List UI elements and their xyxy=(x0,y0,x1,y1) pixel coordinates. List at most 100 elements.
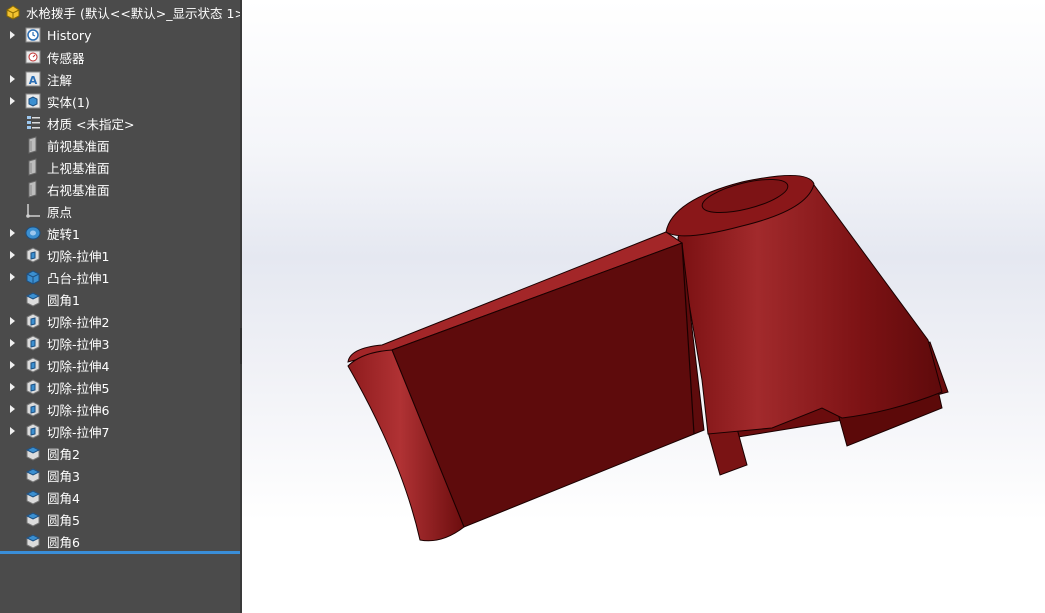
tree-item-label: 实体(1) xyxy=(47,94,90,110)
arrow-spacer xyxy=(0,178,24,200)
tree-item[interactable]: 切除-拉伸5 xyxy=(0,376,240,398)
expand-arrow-icon[interactable] xyxy=(0,222,24,244)
expand-arrow-icon[interactable] xyxy=(0,332,24,354)
tree-item-label: 圆角3 xyxy=(47,468,80,484)
cut-extrude-icon xyxy=(24,356,42,374)
expand-arrow-icon[interactable] xyxy=(0,398,24,420)
part-icon xyxy=(4,3,22,21)
sensor-icon xyxy=(24,48,42,66)
tree-root-part[interactable]: 水枪拨手 (默认<<默认>_显示状态 1>) xyxy=(0,0,240,24)
tree-item-label: 切除-拉伸3 xyxy=(47,336,110,352)
tree-item[interactable]: 实体(1) xyxy=(0,90,240,112)
expand-arrow-icon[interactable] xyxy=(0,244,24,266)
arrow-spacer xyxy=(0,486,24,508)
tree-item[interactable]: 原点 xyxy=(0,200,240,222)
tree-item[interactable]: 圆角3 xyxy=(0,464,240,486)
arrow-spacer xyxy=(0,530,24,552)
tree-item-label: 凸台-拉伸1 xyxy=(47,270,110,286)
fillet-icon xyxy=(24,290,42,308)
expand-arrow-icon[interactable] xyxy=(0,310,24,332)
tree-item-label: 切除-拉伸6 xyxy=(47,402,110,418)
tree-item[interactable]: 切除-拉伸1 xyxy=(0,244,240,266)
tree-item-label: 圆角2 xyxy=(47,446,80,462)
tree-root-label: 水枪拨手 (默认<<默认>_显示状态 1>) xyxy=(26,5,240,21)
origin-icon xyxy=(24,202,42,220)
tree-item[interactable]: 上视基准面 xyxy=(0,156,240,178)
tree-item[interactable]: 圆角4 xyxy=(0,486,240,508)
tree-item-label: 旋转1 xyxy=(47,226,80,242)
tree-item-label: 注解 xyxy=(47,72,73,88)
arrow-spacer xyxy=(0,46,24,68)
selection-bar xyxy=(0,551,240,554)
expand-arrow-icon[interactable] xyxy=(0,266,24,288)
tree-item[interactable]: 圆角2 xyxy=(0,442,240,464)
feature-manager-tree: 水枪拨手 (默认<<默认>_显示状态 1>) History 传感器 A 注解实体(1… xyxy=(0,0,240,613)
tree-item-label: 切除-拉伸2 xyxy=(47,314,110,330)
tree-item-label: 右视基准面 xyxy=(47,182,110,198)
tree-item[interactable]: 凸台-拉伸1 xyxy=(0,266,240,288)
tree-item-label: 切除-拉伸5 xyxy=(47,380,110,396)
expand-arrow-icon[interactable] xyxy=(0,420,24,442)
tree-item[interactable]: 切除-拉伸7 xyxy=(0,420,240,442)
boss-extrude-icon xyxy=(24,268,42,286)
plane-icon xyxy=(24,180,42,198)
graphics-viewport[interactable] xyxy=(242,0,1045,613)
expand-arrow-icon[interactable] xyxy=(0,354,24,376)
fillet-icon xyxy=(24,488,42,506)
fillet-icon xyxy=(24,510,42,528)
tree-item[interactable]: 圆角5 xyxy=(0,508,240,530)
tree-item-label: 圆角6 xyxy=(47,534,80,550)
arrow-spacer xyxy=(0,200,24,222)
fillet-icon xyxy=(24,532,42,550)
arrow-spacer xyxy=(0,288,24,310)
revolve-icon xyxy=(24,224,42,242)
plane-icon xyxy=(24,158,42,176)
cut-extrude-icon xyxy=(24,246,42,264)
arrow-spacer xyxy=(0,156,24,178)
tree-item[interactable]: 切除-拉伸6 xyxy=(0,398,240,420)
tree-item-label: 原点 xyxy=(47,204,73,220)
tree-item[interactable]: History xyxy=(0,24,240,46)
tree-item-label: 上视基准面 xyxy=(47,160,110,176)
tree-item[interactable]: 圆角6 xyxy=(0,530,240,552)
cut-extrude-icon xyxy=(24,378,42,396)
tree-item[interactable]: 圆角1 xyxy=(0,288,240,310)
tree-item[interactable]: 切除-拉伸3 xyxy=(0,332,240,354)
arrow-spacer xyxy=(0,134,24,156)
arrow-spacer xyxy=(0,442,24,464)
tree-item[interactable]: 切除-拉伸4 xyxy=(0,354,240,376)
arrow-spacer xyxy=(0,508,24,530)
expand-arrow-icon[interactable] xyxy=(0,90,24,112)
tree-item-label: 圆角4 xyxy=(47,490,80,506)
cut-extrude-icon xyxy=(24,422,42,440)
tree-item[interactable]: 材质 <未指定> xyxy=(0,112,240,134)
plane-icon xyxy=(24,136,42,154)
tree-item[interactable]: 旋转1 xyxy=(0,222,240,244)
history-icon xyxy=(24,26,42,44)
tree-item-label: 前视基准面 xyxy=(47,138,110,154)
tree-item[interactable]: 前视基准面 xyxy=(0,134,240,156)
svg-text:A: A xyxy=(29,74,38,87)
material-icon xyxy=(24,114,42,132)
tree-item-label: 圆角5 xyxy=(47,512,80,528)
tree-item-label: 圆角1 xyxy=(47,292,80,308)
cut-extrude-icon xyxy=(24,400,42,418)
tree-item-label: 切除-拉伸7 xyxy=(47,424,110,440)
tree-item[interactable]: 传感器 xyxy=(0,46,240,68)
expand-arrow-icon[interactable] xyxy=(0,24,24,46)
solid-bodies-icon xyxy=(24,92,42,110)
fillet-icon xyxy=(24,466,42,484)
cut-extrude-icon xyxy=(24,334,42,352)
tree-item[interactable]: A 注解 xyxy=(0,68,240,90)
tree-item[interactable]: 切除-拉伸2 xyxy=(0,310,240,332)
annotation-icon: A xyxy=(24,70,42,88)
tree-item[interactable]: 右视基准面 xyxy=(0,178,240,200)
tree-item-label: 传感器 xyxy=(47,50,85,66)
fillet-icon xyxy=(24,444,42,462)
expand-arrow-icon[interactable] xyxy=(0,68,24,90)
arrow-spacer xyxy=(0,464,24,486)
tree-item-label: 材质 <未指定> xyxy=(47,116,135,132)
expand-arrow-icon[interactable] xyxy=(0,376,24,398)
tree-item-label: 切除-拉伸4 xyxy=(47,358,110,374)
cut-extrude-icon xyxy=(24,312,42,330)
